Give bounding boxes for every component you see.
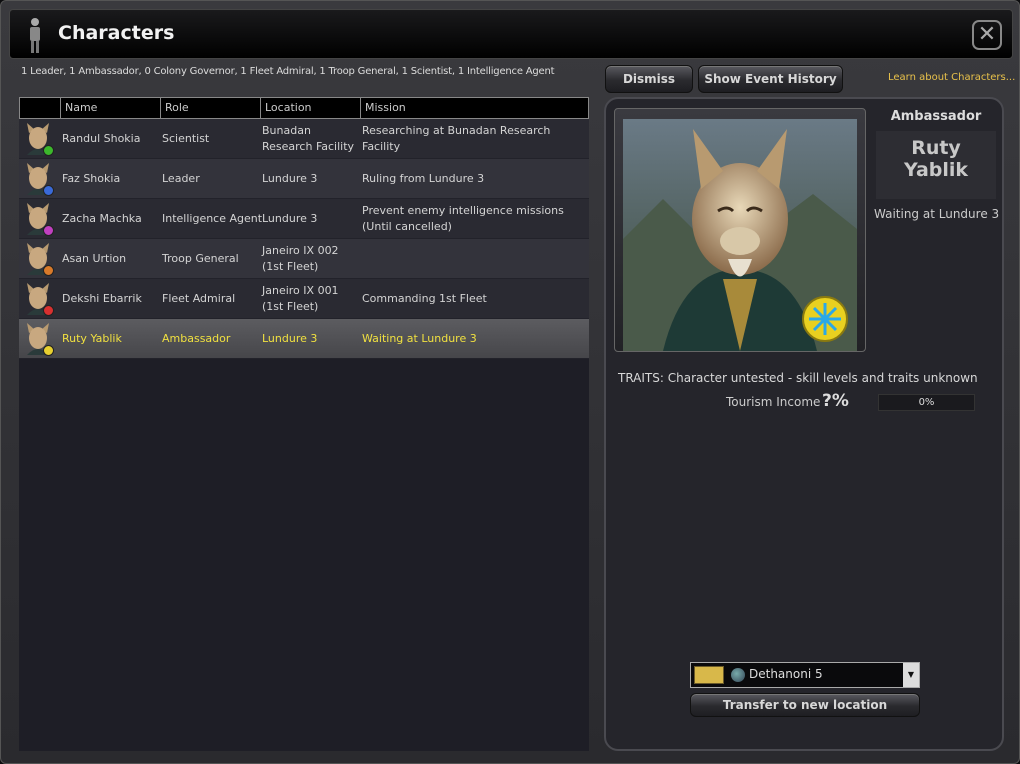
cell-role: Intelligence Agent (162, 212, 263, 225)
character-summary: 1 Leader, 1 Ambassador, 0 Colony Governo… (21, 66, 555, 77)
cell-location: Janeiro IX 002 (1st Fleet) (262, 244, 339, 273)
cell-name: Zacha Machka (62, 212, 142, 225)
cell-mission: Researching at Bunadan Research Facility (362, 124, 551, 153)
dismiss-button[interactable]: Dismiss (605, 65, 693, 93)
chevron-down-icon[interactable]: ▼ (903, 663, 919, 687)
cell-role: Scientist (162, 132, 210, 145)
table-row[interactable]: Asan Urtion Troop General Janeiro IX 002 (… (19, 239, 589, 279)
column-header-name[interactable]: Name (60, 98, 160, 118)
cell-location: Lundure 3 (262, 332, 318, 345)
cell-name: Asan Urtion (62, 252, 127, 265)
detail-status: Waiting at Lundure 3 (874, 207, 1000, 221)
portrait-frame (614, 108, 866, 352)
tourism-income-label: Tourism Income (726, 395, 821, 409)
cell-location: Janeiro IX 001 (1st Fleet) (262, 284, 339, 313)
window-title: Characters (58, 22, 175, 44)
empire-flag-icon (694, 666, 724, 684)
show-event-history-button[interactable]: Show Event History (698, 65, 843, 93)
column-header-location[interactable]: Location (260, 98, 360, 118)
cell-name: Faz Shokia (62, 172, 121, 185)
cell-name: Dekshi Ebarrik (62, 292, 142, 305)
table-row[interactable]: Dekshi Ebarrik Fleet Admiral Janeiro IX 00… (19, 279, 589, 319)
table-row[interactable]: Faz Shokia Leader Lundure 3 Ruling from Lun… (19, 159, 589, 199)
learn-about-characters-link[interactable]: Learn about Characters... (888, 72, 1015, 83)
close-icon[interactable]: ✕ (972, 20, 1002, 50)
cell-mission: Commanding 1st Fleet (362, 292, 487, 305)
cell-role: Ambassador (162, 332, 231, 345)
detail-name: Ruty Yablik (876, 131, 996, 199)
cell-mission: Waiting at Lundure 3 (362, 332, 477, 345)
table-header: Name Role Location Mission (19, 97, 589, 119)
location-select[interactable]: Dethanoni 5 ▼ (690, 662, 920, 688)
location-select-value: Dethanoni 5 (749, 667, 823, 681)
cell-mission: Ruling from Lundure 3 (362, 172, 485, 185)
column-header-role[interactable]: Role (160, 98, 260, 118)
planet-icon (731, 668, 745, 682)
character-detail-panel: Ambassador Ruty Yablik Waiting at Lundur… (604, 97, 1004, 751)
characters-table: Name Role Location Mission Randul Shokia… (19, 97, 589, 751)
cell-role: Fleet Admiral (162, 292, 236, 305)
role-badge-icon (43, 145, 54, 156)
cell-role: Leader (162, 172, 200, 185)
transfer-location-button[interactable]: Transfer to new location (690, 693, 920, 717)
cell-location: Lundure 3 (262, 172, 318, 185)
detail-role: Ambassador (890, 109, 982, 124)
cell-name: Randul Shokia (62, 132, 141, 145)
cell-location: Lundure 3 (262, 212, 318, 225)
role-badge-icon (43, 225, 54, 236)
role-badge-icon (43, 185, 54, 196)
role-badge-icon (43, 345, 54, 356)
characters-window: Characters ✕ 1 Leader, 1 Ambassador, 0 C… (0, 0, 1020, 764)
cell-name: Ruty Yablik (62, 332, 122, 345)
cell-mission: Prevent enemy intelligence missions (Unt… (362, 204, 564, 233)
tourism-income-bar: 0% (878, 394, 975, 411)
table-row[interactable]: Randul Shokia Scientist Bunadan Research F… (19, 119, 589, 159)
table-rows: Randul Shokia Scientist Bunadan Research F… (19, 119, 589, 359)
table-row[interactable]: Ruty Yablik Ambassador Lundure 3 Waiting at… (19, 319, 589, 359)
character-figure-icon (30, 18, 40, 53)
title-bar: Characters ✕ (9, 9, 1013, 59)
tourism-income-bar-text: 0% (918, 397, 935, 408)
table-row[interactable]: Zacha Machka Intelligence Agent Lundure 3 P… (19, 199, 589, 239)
cell-role: Troop General (162, 252, 239, 265)
role-badge-icon (43, 265, 54, 276)
column-header-mission[interactable]: Mission (360, 98, 588, 118)
character-portrait (623, 119, 857, 351)
traits-text: TRAITS: Character untested - skill level… (618, 371, 978, 385)
role-badge-icon (43, 305, 54, 316)
tourism-income-value: ?% (822, 391, 849, 411)
cell-location: Bunadan Research Facility (262, 124, 355, 153)
